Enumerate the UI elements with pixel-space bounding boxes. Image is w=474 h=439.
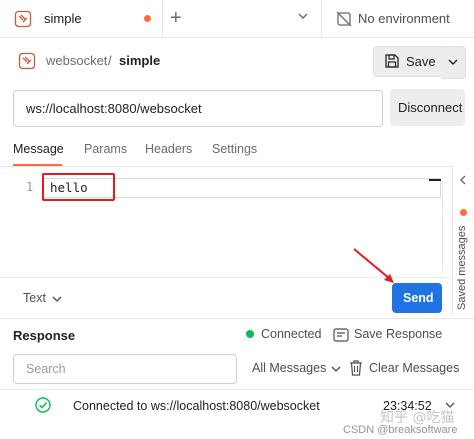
divider xyxy=(0,389,474,390)
divider xyxy=(0,166,452,167)
breadcrumb-parent[interactable]: websocket xyxy=(46,53,107,68)
divider xyxy=(321,0,322,37)
annotation-arrow-icon xyxy=(353,248,394,283)
editor-cursor xyxy=(429,179,441,181)
connection-status: Connected xyxy=(261,327,322,341)
filter-label: All Messages xyxy=(252,361,327,375)
chevron-left-icon[interactable] xyxy=(458,174,468,186)
response-title: Response xyxy=(13,328,76,343)
save-response-icon xyxy=(333,328,349,342)
url-text: ws://localhost:8080/websocket xyxy=(26,101,202,116)
message-filter-dropdown[interactable]: All Messages xyxy=(252,361,341,375)
save-label: Save xyxy=(406,54,436,69)
disconnect-label: Disconnect xyxy=(398,100,463,115)
clear-messages-button[interactable]: Clear Messages xyxy=(369,361,459,375)
send-button[interactable]: Send xyxy=(392,283,442,313)
breadcrumb-separator: / xyxy=(108,53,112,68)
message-search[interactable] xyxy=(13,354,237,384)
url-input[interactable]: ws://localhost:8080/websocket xyxy=(13,90,383,127)
websocket-icon xyxy=(18,52,36,70)
connected-status-dot xyxy=(246,330,254,338)
send-label: Send xyxy=(403,291,434,305)
editor-scrollbar[interactable] xyxy=(442,178,443,274)
check-circle-icon xyxy=(35,397,51,413)
message-format-label: Text xyxy=(23,291,46,305)
divider xyxy=(0,318,474,319)
tab-bar: simple + No environment xyxy=(0,0,474,38)
save-button[interactable]: Save xyxy=(373,46,443,77)
trash-icon xyxy=(350,360,362,376)
csdn-watermark: CSDN @breaksoftware xyxy=(343,424,458,436)
message-item-text[interactable]: Connected to ws://localhost:8080/websock… xyxy=(73,399,320,413)
save-options-button[interactable] xyxy=(441,46,466,79)
disconnect-button[interactable]: Disconnect xyxy=(390,89,465,126)
saved-messages-label[interactable]: Saved messages xyxy=(456,222,468,314)
breadcrumb-current[interactable]: simple xyxy=(119,53,160,68)
no-environment-icon[interactable] xyxy=(336,11,352,27)
unsaved-dot xyxy=(144,15,151,22)
websocket-icon xyxy=(14,10,32,28)
chevron-down-icon xyxy=(331,366,341,372)
chevron-down-icon xyxy=(448,59,458,65)
line-number: 1 xyxy=(26,180,34,194)
search-input[interactable] xyxy=(24,361,228,377)
tab-settings[interactable]: Settings xyxy=(212,142,257,156)
save-response-button[interactable]: Save Response xyxy=(354,327,442,341)
chevron-down-icon[interactable] xyxy=(296,9,310,23)
save-icon xyxy=(385,54,399,68)
tab-title: simple xyxy=(44,11,82,26)
new-tab-plus-icon[interactable]: + xyxy=(170,7,182,30)
message-format-dropdown[interactable]: Text xyxy=(23,291,62,305)
tab-params[interactable]: Params xyxy=(84,142,127,156)
chevron-down-icon xyxy=(52,296,62,302)
request-tab[interactable]: simple xyxy=(0,0,163,37)
tab-headers[interactable]: Headers xyxy=(145,142,192,156)
annotation-highlight-box xyxy=(42,173,115,201)
tab-message[interactable]: Message xyxy=(13,142,64,156)
environment-selector[interactable]: No environment xyxy=(358,11,450,26)
saved-messages-dot xyxy=(460,209,467,216)
